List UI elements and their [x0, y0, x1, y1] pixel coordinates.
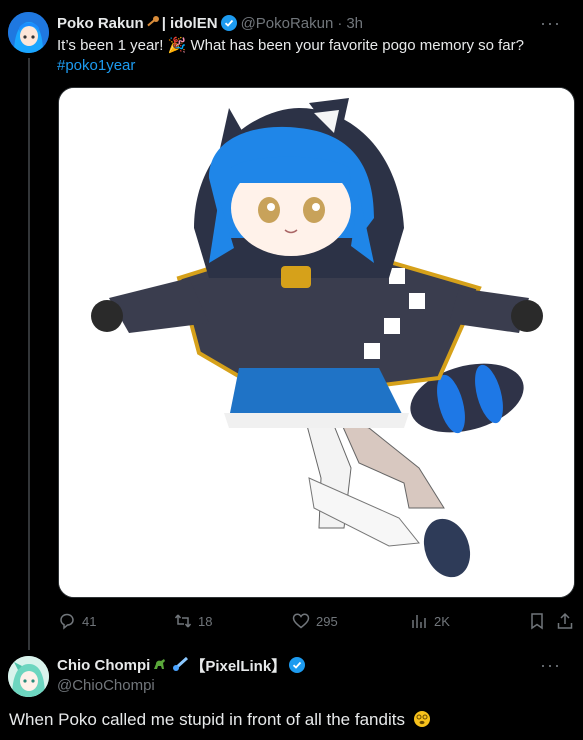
reply-icon — [60, 613, 74, 630]
author-name[interactable]: Poko Rakun — [57, 15, 144, 32]
poko-avatar[interactable] — [8, 12, 49, 53]
verified-icon — [289, 657, 306, 673]
reply-author-name[interactable]: Chio Chompi — [57, 657, 150, 674]
verified-icon — [220, 15, 237, 31]
like-count: 295 — [316, 613, 338, 629]
reply-header: Chio Chompi 【PixelLink】 ··· — [57, 655, 573, 675]
views-icon — [412, 615, 426, 628]
like-button[interactable]: 295 — [292, 612, 338, 630]
reply-button[interactable]: 41 — [58, 612, 96, 630]
bookmark-button[interactable] — [528, 612, 552, 630]
reply-body: When Poko called me stupid in front of a… — [9, 710, 431, 733]
more-icon[interactable]: ··· — [540, 655, 561, 676]
reply-author-tag: 【PixelLink】 — [190, 657, 287, 675]
views-button[interactable]: 2K — [410, 612, 450, 630]
tweet-actions: 41 18 295 2K — [58, 612, 575, 632]
retweet-count: 18 — [198, 613, 213, 629]
thread-connector-line — [28, 58, 30, 650]
chio-avatar[interactable] — [8, 656, 49, 697]
retweet-button[interactable]: 18 — [174, 612, 212, 630]
chibi-illustration — [59, 88, 574, 597]
tweet-header: Poko Rakun | idolEN @PokoRakun · 3h ··· — [57, 13, 573, 33]
comet-emoji — [172, 656, 189, 674]
tweet-image[interactable] — [58, 87, 575, 598]
hashtag-link[interactable]: #poko1year — [57, 57, 135, 74]
reply-author-handle[interactable]: @ChioChompi — [57, 677, 155, 694]
tweet-text: It’s been 1 year! 🎉 What has been your f… — [57, 37, 524, 54]
reply-text: When Poko called me stupid in front of a… — [9, 710, 405, 729]
tweet-body: It’s been 1 year! 🎉 What has been your f… — [57, 36, 567, 76]
share-icon — [557, 612, 573, 629]
separator-dot: · — [337, 14, 343, 32]
author-suffix: | idolEN — [161, 14, 218, 32]
key-emoji — [146, 15, 160, 32]
tweet-time[interactable]: 3h — [346, 15, 363, 32]
retweet-icon — [174, 614, 192, 628]
share-button[interactable] — [556, 612, 580, 630]
author-handle[interactable]: @PokoRakun — [241, 15, 334, 32]
more-icon[interactable]: ··· — [540, 13, 561, 34]
like-icon — [292, 613, 310, 629]
reply-count: 41 — [82, 613, 97, 629]
spiral-eyes-emoji — [413, 710, 431, 733]
dinosaur-emoji — [152, 657, 168, 674]
bookmark-icon — [531, 613, 543, 630]
views-count: 2K — [434, 613, 450, 629]
